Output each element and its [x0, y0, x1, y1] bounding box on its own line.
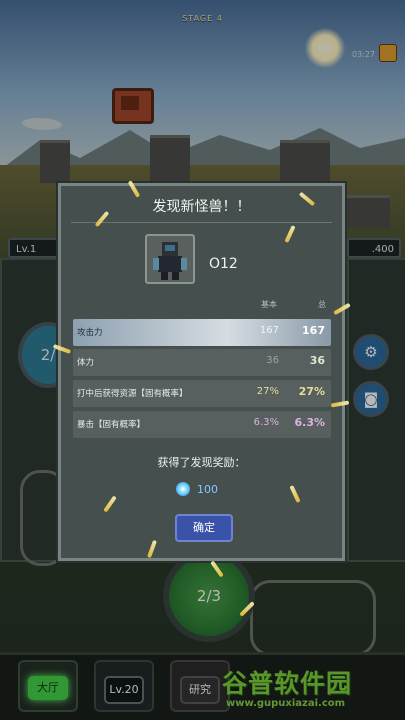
stat-row: 攻击力 167 167 — [73, 319, 331, 346]
stat-total: 27% — [298, 385, 325, 398]
reward-value: 100 — [197, 483, 218, 496]
stat-row: 暴击【固有概率】 6.3% 6.3% — [73, 411, 331, 438]
stat-base: 27% — [256, 386, 279, 397]
stat-label: 暴击【固有概率】 — [77, 420, 146, 430]
stat-total: 6.3% — [294, 416, 325, 429]
stat-base: 6.3% — [253, 417, 279, 428]
discovery-dialog: 发现新怪兽！！ O12 基本 总 攻击力 167 167 体力 36 36 打中… — [56, 181, 347, 563]
reward-title: 获得了发现奖励： — [157, 456, 246, 469]
stat-total: 167 — [302, 324, 325, 337]
stat-label: 打中后获得资源【固有概率】 — [77, 389, 188, 399]
stat-row: 打中后获得资源【固有概率】 27% 27% — [73, 380, 331, 407]
stat-base: 36 — [266, 355, 279, 366]
confirm-button[interactable]: 确定 — [175, 514, 233, 542]
stat-row: 体力 36 36 — [73, 349, 331, 376]
column-header-total: 总 — [318, 300, 326, 309]
stat-total: 36 — [309, 354, 325, 367]
stat-label: 攻击力 — [77, 328, 103, 338]
monster-icon — [153, 242, 187, 280]
divider — [71, 222, 332, 223]
monster-name: O12 — [209, 256, 238, 272]
column-header-base: 基本 — [261, 300, 277, 309]
stat-base: 167 — [259, 325, 279, 336]
gem-icon — [176, 482, 190, 496]
monster-portrait — [145, 234, 195, 284]
stat-label: 体力 — [77, 358, 95, 368]
